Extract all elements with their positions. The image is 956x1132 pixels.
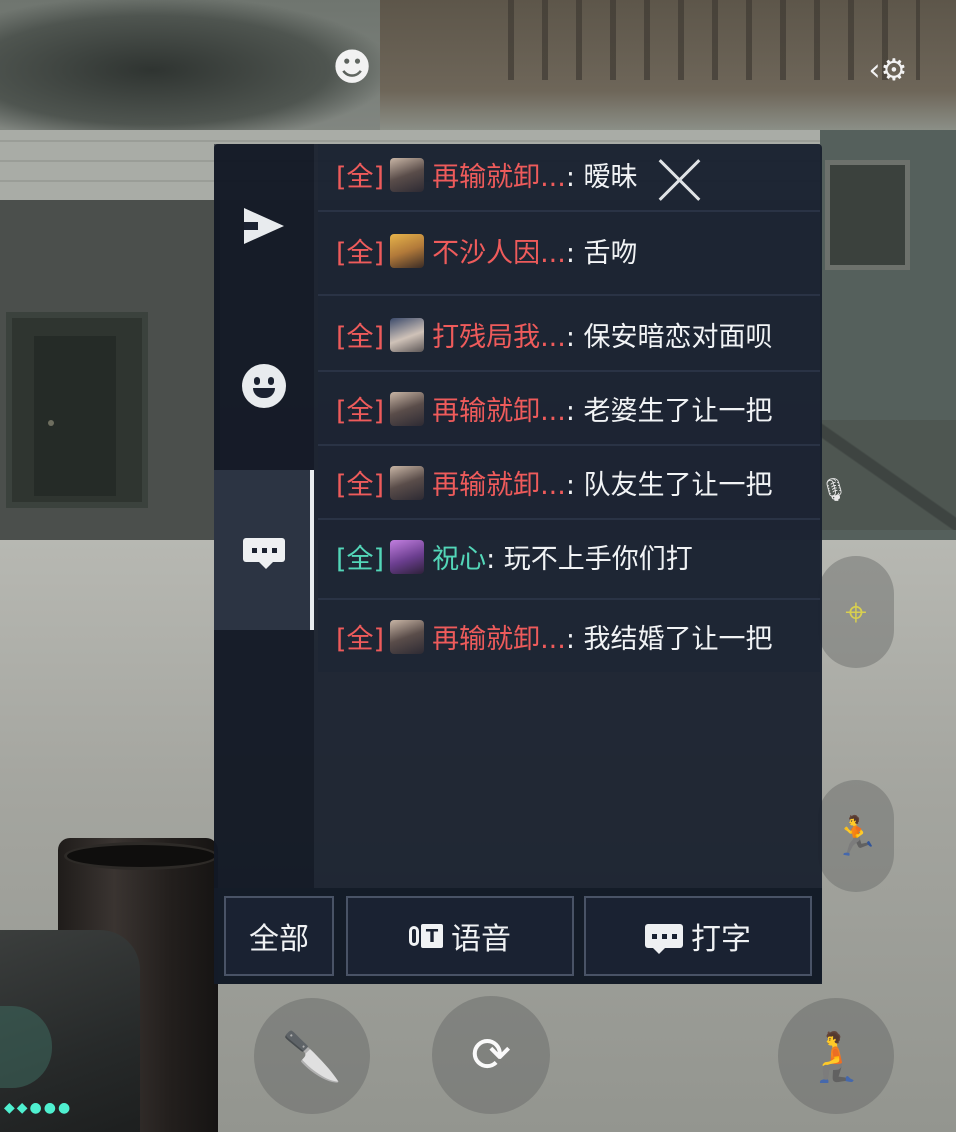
chat-bottom-bar: 全部 T 语音 打字 [214, 888, 822, 984]
jump-button[interactable]: 🏃 [818, 780, 894, 892]
emoji-icon [242, 364, 286, 408]
chat-message: [全] 再输就卸...: 我结婚了让一把 [318, 600, 820, 672]
chat-message: [全] 再输就卸...: 队友生了让一把 [318, 446, 820, 520]
ability-charges: ◆◆●●● [4, 1100, 73, 1116]
name-separator: : [565, 396, 584, 427]
player-name[interactable]: 再输就卸... [432, 162, 566, 193]
chat-message: [全] 不沙人因...: 舌吻 [318, 212, 820, 296]
emote-icon[interactable]: ☻ [322, 44, 382, 90]
balcony-railing [480, 0, 920, 80]
message-text: 舌吻 [583, 238, 638, 269]
name-separator: : [565, 162, 584, 193]
message-text: 玩不上手你们打 [503, 544, 693, 575]
message-text: 队友生了让一把 [583, 470, 773, 501]
player-name[interactable]: 再输就卸... [432, 624, 566, 655]
message-text: 保安暗恋对面呗 [583, 322, 773, 353]
voice-to-text-button[interactable]: T 语音 [346, 896, 574, 976]
channel-tag: [全] [336, 322, 385, 353]
player-name[interactable]: 打残局我... [432, 322, 566, 353]
chat-side-rail [214, 144, 314, 888]
window [825, 160, 910, 270]
door [6, 312, 148, 508]
name-separator: : [565, 322, 584, 353]
message-text: 老婆生了让一把 [583, 396, 773, 427]
player-avatar [390, 234, 425, 268]
player-avatar [390, 620, 425, 654]
voice-label: 语音 [451, 922, 511, 957]
quick-send-tab[interactable] [214, 146, 314, 306]
knife-button[interactable]: 🔪 [254, 998, 370, 1114]
knife-icon: 🔪 [282, 1028, 342, 1085]
name-separator: : [565, 624, 584, 655]
player-name[interactable]: 再输就卸... [432, 396, 566, 427]
player-name[interactable]: 再输就卸... [432, 470, 566, 501]
type-label: 打字 [691, 922, 751, 957]
all-channel-label: 全部 [249, 922, 309, 957]
chat-bubble-icon [243, 538, 285, 569]
chat-message: [全] 打残局我...: 保安暗恋对面呗 [318, 296, 820, 372]
settings-icon[interactable]: ‹⚙ [860, 50, 916, 90]
chat-message: [全] 再输就卸...: 老婆生了让一把 [318, 372, 820, 446]
chat-message: [全] 祝心: 玩不上手你们打 [318, 520, 820, 600]
wooden-beam [820, 420, 956, 530]
mic-off-icon[interactable]: 🎙 [820, 478, 850, 512]
name-separator: : [565, 470, 584, 501]
chat-message: [全] 再输就卸...: 暧昧 [318, 144, 820, 212]
message-text: 暧昧 [583, 162, 638, 193]
close-icon[interactable] [656, 156, 704, 204]
crouch-button[interactable]: 🧎 [778, 998, 894, 1114]
channel-tag: [全] [336, 544, 385, 575]
name-separator: : [486, 544, 504, 575]
keyboard-chat-icon [645, 924, 683, 954]
player-avatar [390, 392, 425, 426]
player-name[interactable]: 祝心 [432, 544, 486, 575]
channel-tag: [全] [336, 396, 385, 427]
chat-message-list[interactable]: [全] 再输就卸...: 暧昧 [全] 不沙人因...: 舌吻 [全] 打残局我...… [318, 144, 820, 888]
jump-icon: 🏃 [832, 813, 880, 858]
player-avatar [390, 466, 425, 500]
name-separator: : [565, 238, 584, 269]
barrel-top [64, 842, 218, 870]
reload-button[interactable]: ⟳ [432, 996, 550, 1114]
voice-to-text-icon: T [409, 924, 443, 948]
channel-tag: [全] [336, 162, 385, 193]
player-avatar [390, 158, 425, 192]
player-name[interactable]: 不沙人因... [432, 238, 566, 269]
reload-icon: ⟳ [470, 1027, 512, 1083]
all-channel-button[interactable]: 全部 [224, 896, 334, 976]
message-text: 我结婚了让一把 [583, 624, 773, 655]
scope-icon: ⌖ [845, 589, 867, 634]
emoji-tab[interactable] [214, 306, 314, 466]
channel-tag: [全] [336, 238, 385, 269]
scope-button[interactable]: ⌖ [818, 556, 894, 668]
chat-panel: [全] 再输就卸...: 暧昧 [全] 不沙人因...: 舌吻 [全] 打残局我...… [214, 144, 822, 984]
send-icon [244, 208, 284, 244]
channel-tag: [全] [336, 624, 385, 655]
player-avatar [390, 318, 425, 352]
chat-log-tab[interactable] [214, 470, 314, 630]
channel-tag: [全] [336, 470, 385, 501]
type-message-button[interactable]: 打字 [584, 896, 812, 976]
player-avatar [390, 540, 425, 574]
crouch-icon: 🧎 [806, 1028, 866, 1085]
